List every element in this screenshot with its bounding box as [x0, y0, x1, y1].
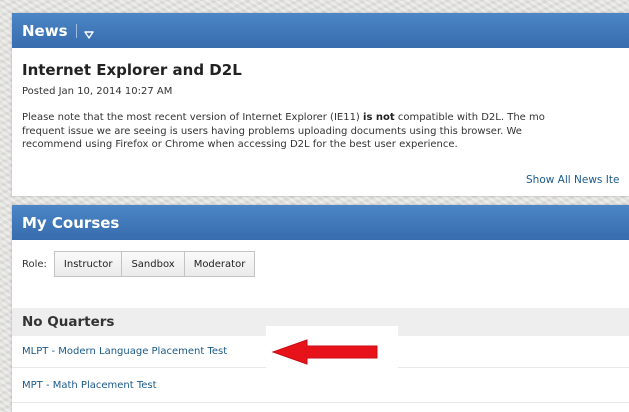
news-body-text: Please note that the most recent version…	[22, 112, 364, 123]
news-body-text: compatible with D2L. The mo	[394, 112, 545, 123]
my-courses-header: My Courses	[12, 205, 629, 240]
role-label: Role:	[22, 258, 47, 270]
my-courses-title: My Courses	[22, 213, 120, 232]
news-widget: News Internet Explorer and D2L Posted Ja…	[12, 13, 629, 196]
news-body-bold: is not	[363, 112, 395, 123]
news-widget-header: News	[12, 13, 629, 48]
header-divider	[75, 23, 77, 38]
news-posted-date: Posted Jan 10, 2014 10:27 AM	[22, 86, 173, 97]
news-body-text: recommend using Firefox or Chrome when a…	[22, 139, 458, 150]
course-link-mpt[interactable]: MPT - Math Placement Test	[12, 368, 629, 403]
news-widget-title: News	[22, 21, 68, 40]
role-button-sandbox[interactable]: Sandbox	[122, 251, 185, 277]
chevron-down-icon[interactable]	[83, 26, 94, 39]
role-button-instructor[interactable]: Instructor	[53, 251, 123, 277]
my-courses-widget: My Courses Role: Instructor Sandbox Mode…	[12, 205, 629, 412]
show-all-news-link[interactable]: Show All News Ite	[526, 174, 619, 186]
role-button-moderator[interactable]: Moderator	[184, 251, 256, 277]
news-article-title: Internet Explorer and D2L	[22, 61, 242, 79]
course-group-title: No Quarters	[22, 314, 115, 330]
news-body-text: frequent issue we are seeing is users ha…	[22, 125, 522, 137]
role-filter: Role: Instructor Sandbox Moderator	[22, 251, 256, 277]
red-arrow-icon	[271, 339, 378, 365]
news-article-body: Please note that the most recent version…	[22, 111, 629, 152]
